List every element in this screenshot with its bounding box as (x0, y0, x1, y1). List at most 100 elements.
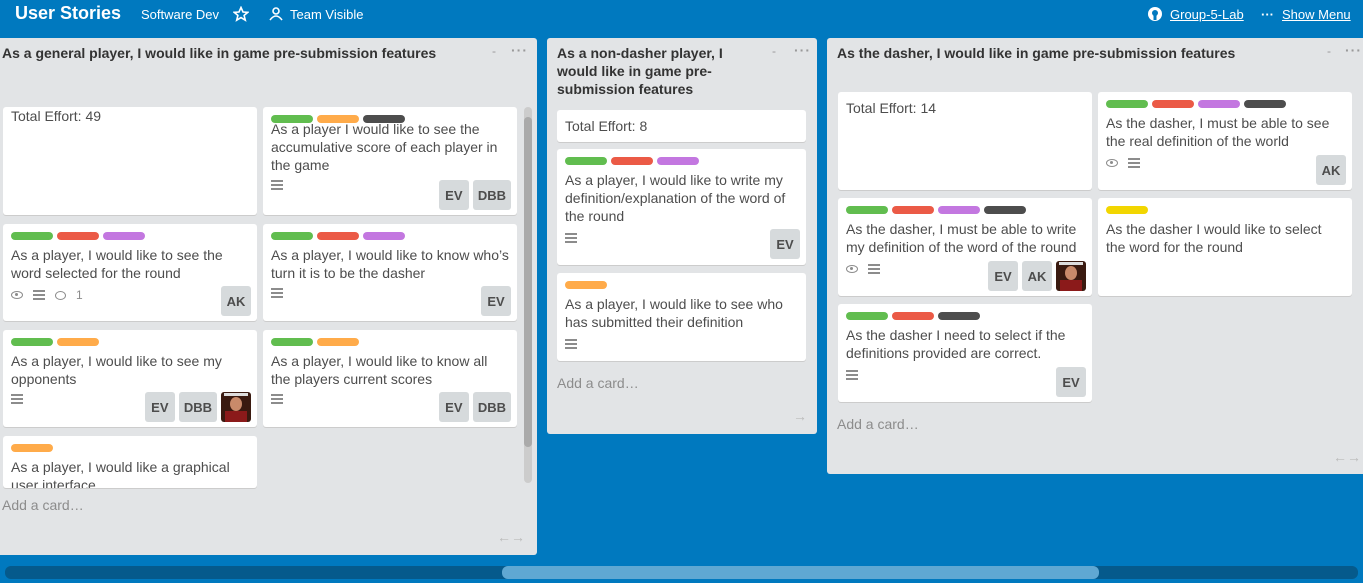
member-avatar[interactable]: EV (988, 261, 1018, 291)
description-icon (565, 339, 577, 349)
label-purple (1198, 100, 1240, 108)
card-badges: 1 (11, 288, 83, 302)
card-members: EV DBB (144, 392, 251, 422)
member-avatar[interactable]: EV (770, 229, 800, 259)
label-dark (938, 312, 980, 320)
member-avatar[interactable]: DBB (472, 180, 511, 210)
list-title[interactable]: As a non-dasher player, I would like in … (557, 44, 757, 98)
label-orange (57, 338, 99, 346)
list-card[interactable]: As a player, I would like to know all th… (263, 330, 517, 427)
label-purple (657, 157, 699, 165)
label-green (846, 312, 888, 320)
scroll-arrows-icon: ←→ (1333, 449, 1361, 465)
label-orange (317, 338, 359, 346)
card-title: As the dasher, I must be able to write m… (846, 221, 1077, 255)
list-card[interactable]: As the dasher, I must be able to write m… (838, 198, 1092, 296)
show-menu-link[interactable]: Show Menu (1282, 7, 1351, 22)
description-icon (846, 370, 858, 380)
member-avatar[interactable]: AK (1022, 261, 1052, 291)
member-avatar[interactable]: EV (144, 392, 175, 422)
card-members: EV (1056, 367, 1086, 397)
member-photo-avatar[interactable] (1056, 261, 1086, 291)
label-purple (938, 206, 980, 214)
card-title: Total Effort: 8 (565, 118, 648, 134)
list-title[interactable]: As a general player, I would like in gam… (2, 44, 462, 62)
list-card[interactable]: As a player I would like to see the accu… (263, 107, 517, 215)
add-card-button[interactable]: Add a card… (837, 416, 919, 432)
label-purple (103, 232, 145, 240)
card-members: EV AK (988, 261, 1086, 291)
member-avatar[interactable]: EV (438, 392, 469, 422)
list-menu-icon[interactable]: ··· (794, 42, 811, 58)
member-avatar[interactable]: AK (221, 286, 251, 316)
list-card[interactable]: As a player, I would like a graphical us… (3, 436, 257, 488)
card-title: As a player, I would like to see my oppo… (11, 353, 222, 387)
visibility-button[interactable]: Team Visible (290, 7, 363, 22)
board-title[interactable]: User Stories (15, 3, 121, 24)
card-labels (271, 232, 405, 240)
watch-icon (1106, 159, 1118, 167)
list-non-dasher: As a non-dasher player, I would like in … (547, 38, 817, 434)
card-title: As a player, I would like to write my de… (565, 172, 786, 224)
member-avatar[interactable]: EV (481, 286, 511, 316)
label-green (846, 206, 888, 214)
card-badges (271, 288, 283, 298)
card-badges (271, 394, 283, 404)
label-dark (1244, 100, 1286, 108)
list-card[interactable]: As a player, I would like to see who has… (557, 273, 806, 361)
member-avatar[interactable]: EV (1056, 367, 1086, 397)
list-dasher: As the dasher, I would like in game pre-… (827, 38, 1363, 474)
card-badges (846, 370, 858, 380)
list-menu-icon[interactable]: ··· (511, 42, 528, 58)
add-card-button[interactable]: Add a card… (2, 497, 84, 513)
watch-icon (11, 291, 23, 299)
card-badges (271, 180, 283, 190)
member-avatar[interactable]: EV (438, 180, 469, 210)
card-members: AK (221, 286, 251, 316)
list-collapse-button[interactable]: - (1327, 44, 1331, 58)
list-title[interactable]: As the dasher, I would like in game pre-… (837, 44, 1277, 62)
list-card[interactable]: As the dasher I would like to select the… (1098, 198, 1352, 296)
list-collapse-button[interactable]: - (772, 44, 776, 58)
label-green (11, 232, 53, 240)
list-card[interactable]: As a player, I would like to see the wor… (3, 224, 257, 321)
star-icon[interactable] (233, 6, 249, 22)
description-icon (271, 288, 283, 298)
label-red (1152, 100, 1194, 108)
card-badges (565, 339, 577, 349)
card-title: As a player, I would like to know all th… (271, 353, 488, 387)
list-scrollbar-thumb[interactable] (524, 117, 532, 447)
list-card[interactable]: As a player, I would like to know who’s … (263, 224, 517, 321)
total-effort-card[interactable]: Total Effort: 14 (838, 92, 1092, 190)
list-scrollbar[interactable] (524, 107, 532, 483)
list-collapse-button[interactable]: - (492, 44, 496, 58)
member-avatar[interactable]: AK (1316, 155, 1346, 185)
board-scrollbar[interactable] (5, 566, 1358, 579)
total-effort-card[interactable]: Total Effort: 49 (3, 107, 257, 215)
team-visible-icon (269, 7, 283, 21)
member-avatar[interactable]: DBB (178, 392, 217, 422)
card-members: EV DBB (438, 180, 511, 210)
team-button[interactable]: Software Dev (141, 7, 219, 22)
list-general-player: As a general player, I would like in gam… (0, 38, 537, 555)
label-green (11, 338, 53, 346)
add-card-button[interactable]: Add a card… (557, 375, 639, 391)
member-avatar[interactable]: DBB (472, 392, 511, 422)
total-effort-card[interactable]: Total Effort: 8 (557, 110, 806, 142)
scroll-arrow-icon: → (793, 408, 807, 424)
list-card[interactable]: As a player, I would like to write my de… (557, 149, 806, 265)
list-menu-icon[interactable]: ··· (1345, 42, 1362, 58)
menu-dots-icon[interactable]: ··· (1261, 7, 1274, 22)
list-card[interactable]: As the dasher I need to select if the de… (838, 304, 1092, 402)
repo-link[interactable]: Group-5-Lab (1170, 7, 1244, 22)
list-card[interactable]: As the dasher, I must be able to see the… (1098, 92, 1352, 190)
label-red (611, 157, 653, 165)
list-card[interactable]: As a player, I would like to see my oppo… (3, 330, 257, 427)
label-green (1106, 100, 1148, 108)
watch-icon (846, 265, 858, 273)
board-header: User Stories Software Dev Team Visible G… (0, 0, 1363, 30)
description-icon (1128, 158, 1140, 168)
member-photo-avatar[interactable] (221, 392, 251, 422)
label-dark (984, 206, 1026, 214)
board-scrollbar-thumb[interactable] (502, 566, 1099, 579)
